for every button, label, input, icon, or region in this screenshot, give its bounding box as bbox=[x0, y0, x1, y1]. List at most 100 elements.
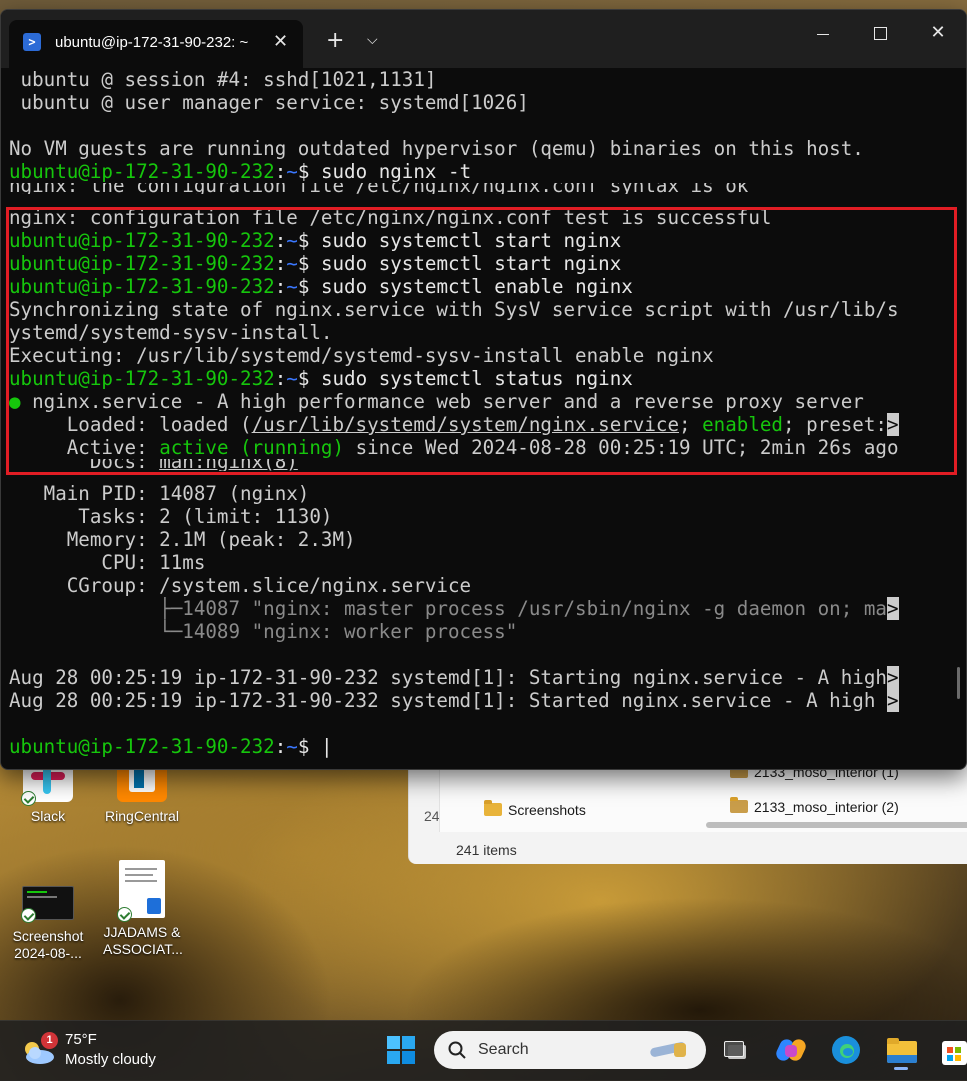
search-placeholder: Search bbox=[478, 1041, 529, 1058]
status-dot-icon: ● bbox=[9, 390, 21, 413]
chevron-down-icon[interactable]: ⌵ bbox=[367, 32, 378, 48]
prompt-user-host: ubuntu@ip-172-31-90-232 bbox=[9, 229, 275, 252]
output-line: ubuntu @ user manager service: systemd[1… bbox=[9, 91, 529, 114]
output-line: nginx: configuration file /etc/nginx/ngi… bbox=[9, 206, 772, 229]
docs-label: Docs: bbox=[9, 459, 160, 471]
command-text: sudo systemctl enable nginx bbox=[309, 275, 633, 298]
task-view-icon[interactable] bbox=[722, 1035, 754, 1067]
active-rest: since Wed 2024-08-28 00:25:19 UTC; 2min … bbox=[344, 436, 899, 459]
taskbar: 1 75°F Mostly cloudy Search bbox=[0, 1020, 967, 1081]
journal-line: Aug 28 00:25:19 ip-172-31-90-232 systemd… bbox=[9, 666, 966, 689]
service-cgroup: CGroup: /system.slice/nginx.service bbox=[9, 574, 472, 597]
desktop-icon-label: Slack bbox=[30, 808, 66, 824]
command-line: ubuntu@ip-172-31-90-232:~$ sudo systemct… bbox=[9, 275, 966, 298]
minimize-icon[interactable] bbox=[793, 10, 851, 58]
output-line: ystemd/systemd-sysv-install. bbox=[9, 321, 333, 344]
prompt-user-host: ubuntu@ip-172-31-90-232 bbox=[9, 252, 275, 275]
output-line: ubuntu @ session #4: sshd[1021,1131] bbox=[9, 68, 437, 91]
search-box[interactable]: Search bbox=[434, 1031, 706, 1069]
command-line: ubuntu@ip-172-31-90-232:~$ sudo systemct… bbox=[9, 252, 966, 275]
start-button[interactable] bbox=[386, 1035, 418, 1067]
close-window-icon[interactable]: ✕ bbox=[909, 10, 966, 58]
prompt-path: ~ bbox=[286, 252, 298, 275]
prompt-colon: : bbox=[274, 160, 287, 183]
service-loaded: Loaded: loaded (/usr/lib/systemd/system/… bbox=[9, 413, 966, 436]
command-text: sudo systemctl start nginx bbox=[309, 229, 622, 252]
service-docs: Docs: man:nginx(8) bbox=[9, 459, 966, 471]
maximize-icon[interactable] bbox=[851, 10, 909, 58]
desktop-icon-jjadams[interactable]: JJADAMS & ASSOCIAT... bbox=[103, 860, 183, 958]
terminal-output[interactable]: ubuntu @ session #4: sshd[1021,1131] ubu… bbox=[9, 68, 966, 769]
command-line: ubuntu@ip-172-31-90-232:~$ sudo systemct… bbox=[9, 229, 966, 252]
service-header: ● nginx.service - A high performance web… bbox=[9, 390, 966, 413]
prompt-colon: : bbox=[274, 275, 287, 298]
output-line-clipped: nginx: the configuration file /etc/nginx… bbox=[9, 183, 966, 194]
terminal-tab[interactable]: > ubuntu@ip-172-31-90-232: ~ ✕ bbox=[9, 20, 303, 68]
folder-icon bbox=[730, 797, 748, 813]
desktop-icon-label-line2: 2024-08-... bbox=[14, 945, 82, 961]
command-text: sudo systemctl start nginx bbox=[309, 252, 622, 275]
truncation-marker: > bbox=[886, 413, 899, 436]
edge-browser-icon[interactable] bbox=[831, 1035, 863, 1067]
loaded-rest: ; preset: bbox=[783, 413, 887, 436]
command-text: sudo systemctl status nginx bbox=[309, 367, 633, 390]
copilot-icon[interactable] bbox=[774, 1035, 808, 1067]
service-cpu: CPU: 11ms bbox=[9, 551, 206, 574]
prompt-user-host: ubuntu@ip-172-31-90-232 bbox=[9, 735, 275, 758]
active-label: Active: bbox=[9, 436, 160, 459]
prompt-path: ~ bbox=[286, 275, 298, 298]
partial-text: 24 bbox=[424, 808, 440, 824]
truncation-marker: > bbox=[886, 597, 899, 620]
horizontal-scrollbar[interactable] bbox=[706, 822, 967, 828]
file-item[interactable]: 2133_moso_interior (2) bbox=[730, 797, 899, 815]
enabled-state: enabled bbox=[702, 413, 783, 436]
close-tab-icon[interactable]: ✕ bbox=[273, 31, 288, 52]
powershell-icon: > bbox=[23, 33, 41, 51]
desktop-icon-label: RingCentral bbox=[105, 808, 179, 824]
output-line: Synchronizing state of nginx.service wit… bbox=[9, 298, 899, 321]
weather-condition: Mostly cloudy bbox=[65, 1051, 156, 1068]
tab-title: ubuntu@ip-172-31-90-232: ~ bbox=[55, 34, 249, 51]
prompt-sign: $ bbox=[297, 367, 310, 390]
docs-value: man:nginx(8) bbox=[159, 459, 298, 471]
loaded-separator: ; bbox=[679, 413, 703, 436]
journal-line: Aug 28 00:25:19 ip-172-31-90-232 systemd… bbox=[9, 689, 966, 712]
store-icon[interactable] bbox=[940, 1035, 967, 1067]
folder-label: Screenshots bbox=[508, 802, 586, 818]
prompt-user-host: ubuntu@ip-172-31-90-232 bbox=[9, 367, 275, 390]
output-line: Executing: /usr/lib/systemd/systemd-sysv… bbox=[9, 344, 714, 367]
desktop-icon-label-line1: JJADAMS & bbox=[103, 924, 181, 940]
current-prompt[interactable]: ubuntu@ip-172-31-90-232:~$ | bbox=[9, 735, 966, 758]
service-memory: Memory: 2.1M (peak: 2.3M) bbox=[9, 528, 356, 551]
desktop-icon-screenshot[interactable]: Screenshot 2024-08-... bbox=[9, 880, 87, 962]
command-text: sudo nginx -t bbox=[309, 160, 472, 183]
service-pid: Main PID: 14087 (nginx) bbox=[9, 482, 310, 505]
file-explorer-icon[interactable] bbox=[886, 1035, 918, 1070]
prompt-colon: : bbox=[274, 252, 287, 275]
sync-status-icon bbox=[21, 791, 36, 806]
folder-screenshots[interactable]: Screenshots bbox=[484, 800, 586, 818]
document-file-icon bbox=[117, 860, 165, 922]
prompt-user-host: ubuntu@ip-172-31-90-232 bbox=[9, 275, 275, 298]
file-label: 2133_moso_interior (2) bbox=[754, 799, 899, 815]
prompt-path: ~ bbox=[286, 367, 298, 390]
vertical-scrollbar[interactable] bbox=[957, 667, 960, 699]
truncation-marker: > bbox=[886, 666, 899, 689]
loaded-label: Loaded: loaded ( bbox=[9, 413, 252, 436]
tree-process: 14087 "nginx: master process /usr/sbin/n… bbox=[182, 597, 887, 620]
new-tab-icon[interactable]: + bbox=[326, 28, 344, 53]
file-explorer-window[interactable]: 24 Screenshots 2133_moso_interior (1) 21… bbox=[408, 760, 967, 864]
cgroup-tree-line: └─14089 "nginx: worker process" bbox=[9, 620, 966, 643]
text-cursor: | bbox=[309, 735, 333, 758]
desktop-icon-label-line1: Screenshot bbox=[12, 928, 84, 944]
journal-text: Aug 28 00:25:19 ip-172-31-90-232 systemd… bbox=[9, 666, 887, 689]
output-line: No VM guests are running outdated hyperv… bbox=[9, 137, 864, 160]
terminal-window[interactable]: > ubuntu@ip-172-31-90-232: ~ ✕ + ⌵ ✕ ubu… bbox=[0, 9, 967, 770]
title-bar[interactable]: > ubuntu@ip-172-31-90-232: ~ ✕ + ⌵ ✕ bbox=[1, 10, 966, 68]
tree-prefix: ├─ bbox=[9, 597, 183, 620]
notification-badge: 1 bbox=[41, 1032, 58, 1049]
service-active: Active: active (running) since Wed 2024-… bbox=[9, 436, 966, 459]
prompt-path: ~ bbox=[286, 229, 298, 252]
